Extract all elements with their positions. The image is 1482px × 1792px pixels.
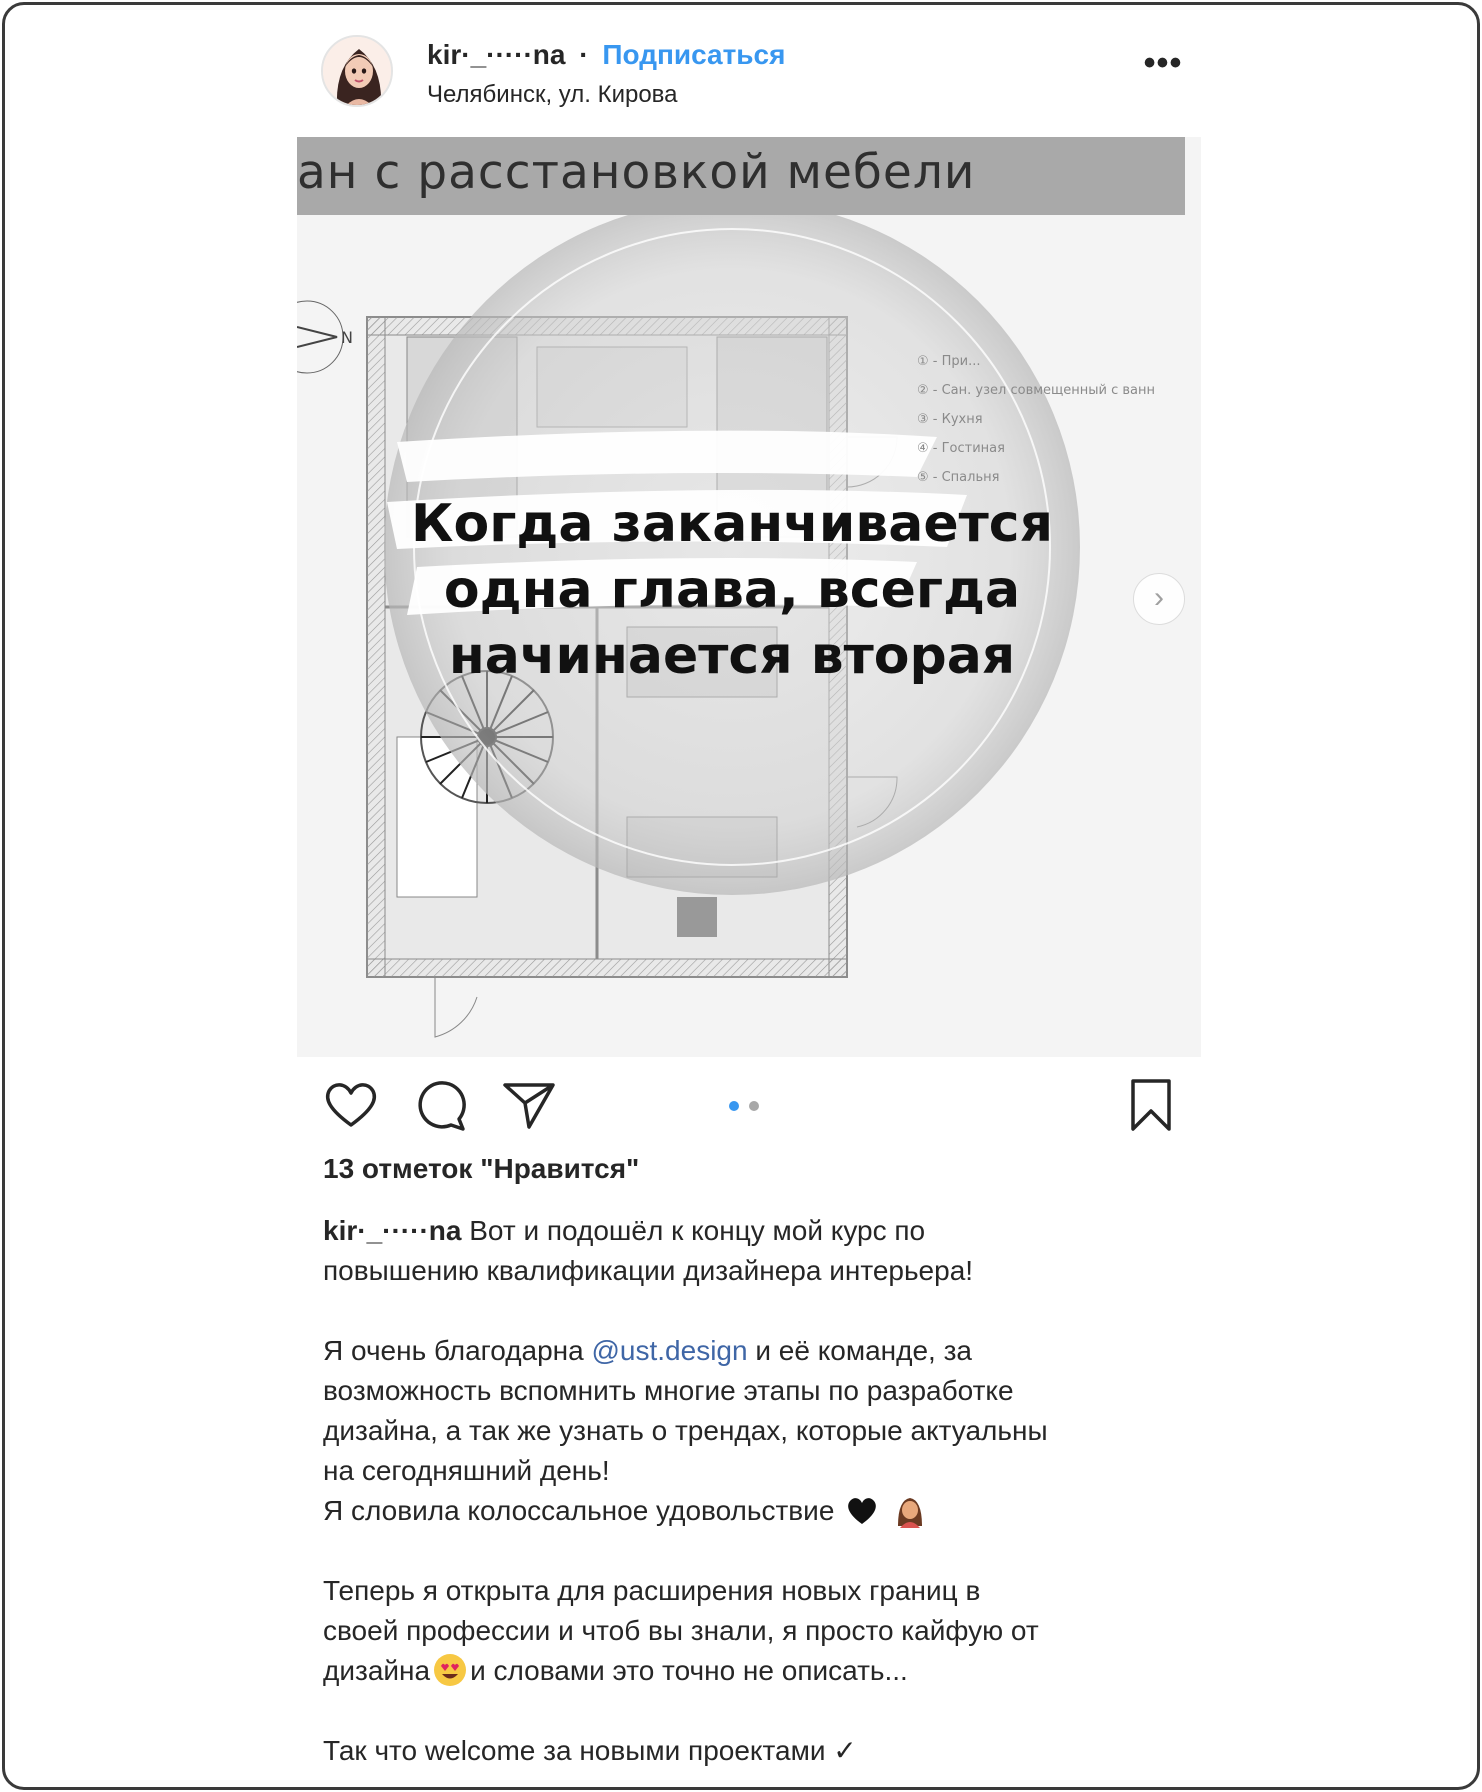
heart-eyes-emoji-icon (434, 1654, 467, 1686)
more-options-button[interactable]: ••• (1137, 46, 1189, 89)
pager-dot (749, 1101, 759, 1111)
caption-line: своей профессии и чтоб вы знали, я прост… (323, 1615, 1039, 1646)
post-media[interactable]: N ан с расстановкой мебели ① - При... ② … (297, 137, 1201, 1057)
location-link[interactable]: Челябинск, ул. Кирова (427, 81, 678, 109)
plan-legend: ① - При... ② - Сан. узел совмещенный с в… (917, 347, 1155, 492)
caption-line: повышению квалификации дизайнера интерье… (323, 1255, 974, 1286)
caption-line: kir·_·····na Вот и подошёл к концу мой к… (323, 1211, 1183, 1251)
separator-dot: · (579, 39, 589, 70)
caption-line: Я словила колоссальное удовольствие (323, 1491, 1183, 1531)
legend-item: ① - При... (917, 354, 981, 369)
heart-icon[interactable] (321, 1075, 381, 1135)
carousel-indicator (729, 1101, 765, 1111)
quote-line: Когда заканчивается (411, 494, 1053, 554)
caption-text: Я словила колоссальное удовольствие (323, 1495, 835, 1526)
caption-text: и словами это точно не описать... (470, 1655, 908, 1686)
post-caption: kir·_·····na Вот и подошёл к концу мой к… (323, 1211, 1183, 1771)
legend-item: ④ - Гостиная (917, 441, 1005, 456)
avatar[interactable] (321, 35, 393, 107)
caption-line: на сегодняшний день! (323, 1455, 610, 1486)
likes-count[interactable]: 13 отметок "Нравится" (323, 1153, 639, 1185)
caption-line: дизайна, а так же узнать о трендах, кото… (323, 1415, 1048, 1446)
paper-plane-icon[interactable] (499, 1075, 559, 1135)
woman-emoji-icon (897, 1498, 922, 1528)
follow-button[interactable]: Подписаться (602, 39, 785, 70)
plan-title: ан с расстановкой мебели (297, 145, 976, 200)
legend-item: ③ - Кухня (917, 412, 983, 427)
avatar-illustration (323, 37, 391, 105)
black-heart-icon (848, 1498, 877, 1524)
caption-text: и её команде, за (747, 1335, 973, 1366)
quote-line: одна глава, всегда (443, 560, 1021, 620)
caption-text: дизайна (323, 1655, 431, 1686)
caption-text: Вот и подошёл к концу мой курс по (461, 1215, 926, 1246)
caption-username[interactable]: kir·_·····na (323, 1215, 461, 1246)
next-slide-button[interactable]: › (1133, 573, 1185, 625)
quote-line: начинается вторая (448, 626, 1016, 686)
caption-line: Я очень благодарна @ust.design и её кома… (323, 1331, 1183, 1371)
username-link[interactable]: kir·_·····na (427, 39, 565, 70)
caption-line: возможность вспомнить многие этапы по ра… (323, 1375, 1014, 1406)
caption-line: Так что welcome за новыми проектами ✓ (323, 1735, 857, 1766)
caption-line: Теперь я открыта для расширения новых гр… (323, 1575, 981, 1606)
svg-text:N: N (341, 328, 353, 347)
pager-dot-active (729, 1101, 739, 1111)
action-bar (321, 1075, 1181, 1139)
comment-icon[interactable] (411, 1075, 471, 1135)
screenshot-frame: kir·_·····na · Подписаться Челябинск, ул… (2, 2, 1480, 1790)
post-header: kir·_·····na · Подписаться Челябинск, ул… (321, 35, 1181, 115)
plan-title-bar: ан с расстановкой мебели (297, 137, 1185, 215)
bookmark-icon[interactable] (1121, 1075, 1181, 1135)
legend-item: ⑤ - Спальня (917, 470, 1000, 485)
legend-item: ② - Сан. узел совмещенный с ванн (917, 383, 1156, 398)
caption-text: Я очень благодарна (323, 1335, 592, 1366)
caption-line: дизайна и словами это точно не описать... (323, 1651, 1183, 1691)
quote-text: Когда заканчивается одна глава, всегда н… (407, 491, 1057, 689)
username-line: kir·_·····na · Подписаться (427, 39, 785, 71)
mention-link[interactable]: @ust.design (592, 1335, 748, 1366)
